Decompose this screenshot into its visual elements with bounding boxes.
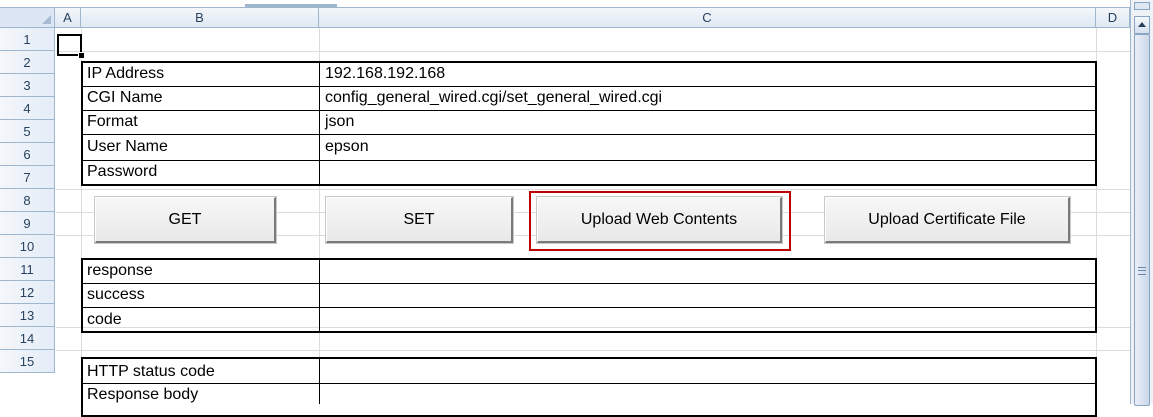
row-header-12[interactable]: 12 — [0, 281, 55, 304]
table-divider — [81, 110, 1097, 111]
table-divider — [81, 383, 1097, 384]
column-header-d[interactable]: D — [1096, 8, 1130, 28]
sheet-top-strip — [0, 0, 1130, 8]
ip-address-value[interactable]: 192.168.192.168 — [321, 63, 445, 85]
row-header-5[interactable]: 5 — [0, 120, 55, 143]
gridline — [56, 189, 1130, 190]
row-header-11[interactable]: 11 — [0, 258, 55, 281]
table-divider — [319, 357, 320, 404]
select-all-corner[interactable] — [0, 8, 55, 28]
split-handle-icon[interactable] — [1134, 2, 1150, 10]
row-header-8[interactable]: 8 — [0, 189, 55, 212]
fill-handle[interactable] — [78, 52, 85, 59]
format-value[interactable]: json — [321, 111, 354, 133]
column-header-c[interactable]: C — [319, 8, 1096, 28]
format-label: Format — [87, 113, 138, 130]
row-header-2[interactable]: 2 — [0, 51, 55, 74]
http-status-code-label: HTTP status code — [87, 363, 215, 380]
table-divider — [319, 61, 320, 186]
row-header-1[interactable]: 1 — [0, 28, 55, 51]
arrow-up-icon — [1138, 22, 1146, 27]
table-divider — [81, 160, 1097, 161]
response-table — [81, 258, 1097, 333]
response-body-label: Response body — [87, 386, 199, 403]
gridline — [56, 51, 1130, 52]
row-header-9[interactable]: 9 — [0, 212, 55, 235]
active-cell-b1[interactable] — [57, 34, 85, 59]
row-header-6[interactable]: 6 — [0, 143, 55, 166]
cgi-name-value[interactable]: config_general_wired.cgi/set_general_wir… — [321, 87, 662, 109]
scroll-up-button[interactable] — [1134, 16, 1150, 34]
column-header-a[interactable]: A — [55, 8, 81, 28]
row-header-13[interactable]: 13 — [0, 304, 55, 327]
row-header-7[interactable]: 7 — [0, 166, 55, 189]
table-divider — [81, 134, 1097, 135]
table-divider — [81, 307, 1097, 308]
password-label: Password — [87, 163, 158, 180]
table-divider — [81, 283, 1097, 284]
response-label: response — [87, 262, 153, 279]
table-divider — [319, 258, 320, 333]
ip-address-label: IP Address — [87, 65, 165, 82]
user-name-label: User Name — [87, 138, 168, 155]
row-header-14[interactable]: 14 — [0, 327, 55, 350]
grip-icon — [1138, 267, 1146, 275]
get-button[interactable]: GET — [95, 197, 276, 243]
scroll-thumb[interactable] — [1134, 34, 1150, 406]
cgi-name-label: CGI Name — [87, 89, 163, 106]
select-all-icon — [42, 15, 51, 24]
code-label: code — [87, 311, 122, 328]
vertical-scrollbar[interactable] — [1130, 0, 1153, 406]
row-header-15[interactable]: 15 — [0, 350, 55, 373]
set-button[interactable]: SET — [326, 197, 513, 243]
success-label: success — [87, 286, 145, 303]
upload-certificate-file-button[interactable]: Upload Certificate File — [825, 197, 1070, 243]
scroll-indicator — [245, 4, 337, 7]
gridline — [56, 350, 1130, 351]
upload-web-contents-button[interactable]: Upload Web Contents — [537, 197, 782, 243]
settings-table — [81, 61, 1097, 186]
row-header-4[interactable]: 4 — [0, 97, 55, 120]
user-name-value[interactable]: epson — [321, 136, 369, 158]
column-header-b[interactable]: B — [81, 8, 319, 28]
row-header-3[interactable]: 3 — [0, 74, 55, 97]
http-table — [81, 357, 1097, 417]
row-header-10[interactable]: 10 — [0, 235, 55, 258]
